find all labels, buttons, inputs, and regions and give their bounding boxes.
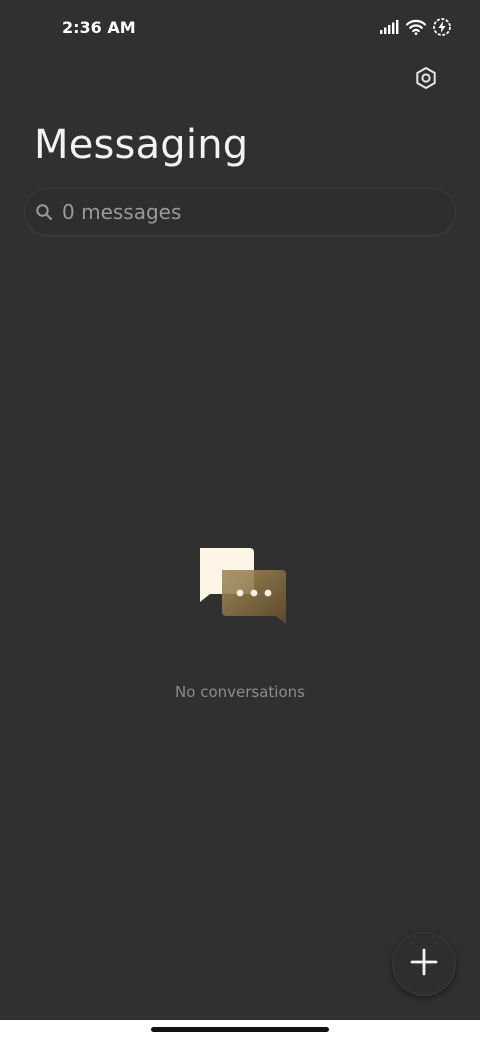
search-input[interactable]	[62, 200, 422, 224]
empty-state-message: No conversations	[175, 683, 305, 701]
settings-icon	[414, 66, 438, 95]
search-icon	[34, 202, 54, 222]
home-indicator[interactable]	[151, 1027, 329, 1032]
battery-charging-icon	[432, 17, 452, 42]
settings-button[interactable]	[408, 62, 444, 98]
search-bar[interactable]	[24, 188, 456, 236]
status-icons	[380, 17, 452, 42]
signal-icon	[380, 20, 400, 39]
wifi-icon	[405, 19, 427, 40]
navigation-bar	[0, 1020, 480, 1040]
plus-icon	[410, 948, 438, 981]
new-conversation-button[interactable]	[392, 932, 456, 996]
status-time: 2:36 AM	[62, 18, 136, 37]
empty-state	[0, 540, 480, 635]
chat-bubbles-icon	[192, 540, 288, 630]
status-bar: 2:36 AM	[0, 0, 480, 56]
page-title: Messaging	[34, 122, 249, 168]
messaging-screen: 2:36 AM Messaging 0 messages No conversa…	[0, 0, 480, 1020]
